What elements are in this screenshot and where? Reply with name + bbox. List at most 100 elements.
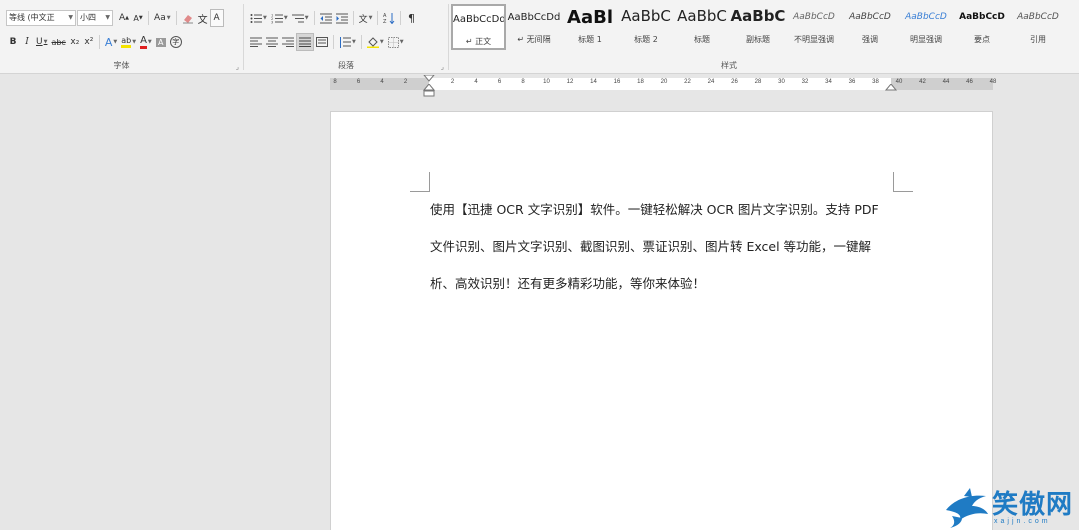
separator [175,11,177,25]
superscript-button[interactable]: x² [82,33,96,51]
paragraph-line[interactable]: 文件识别、图片文字识别、截图识别、票证识别、图片转 Excel 等功能，一键解 [430,236,900,273]
style-item[interactable]: AaBbCcDd ↵ 正文 [451,4,506,50]
sort-icon: AZ [383,13,395,24]
ruler-tick: 42 [919,79,926,85]
multilevel-list-button[interactable]: ▼ [290,9,311,27]
chinese-layout-icon: 文 [358,14,368,25]
char-border-button[interactable]: A [209,9,224,27]
font-color-button[interactable]: A ▼ [138,33,154,51]
justify-button[interactable] [296,33,314,51]
shrink-font-button[interactable]: A ▼ [131,9,145,27]
paragraph-line[interactable]: 使用【迅捷 OCR 文字识别】软件。一键轻松解决 OCR 图片文字识别。支持 P… [430,199,900,236]
crop-mark-top-right [893,172,913,192]
chevron-down-icon: ▼ [68,14,73,21]
style-item[interactable]: AaBl 标题 1 [562,4,618,50]
line-spacing-button[interactable]: ▼ [337,33,358,51]
distributed-icon [316,37,328,47]
style-name: ↵ 无间隔 [517,35,551,44]
shark-logo-icon [946,488,988,528]
chevron-down-icon: ▼ [399,39,404,45]
style-item[interactable]: AaBbCcD 引用 [1010,4,1066,50]
italic-button[interactable]: I [20,33,34,51]
style-name: 引用 [1030,35,1046,44]
styles-group-label: 样式 [721,61,737,70]
ruler-tick: 24 [707,79,715,85]
decrease-indent-icon [319,13,332,23]
style-item[interactable]: AaBbC 标题 [674,4,730,50]
font-name-combo[interactable]: 等线 (中文正 ▼ [6,10,76,26]
style-name: 标题 2 [634,35,658,44]
align-right-button[interactable] [280,33,296,51]
increase-indent-icon [335,13,348,23]
style-preview: AaBbCcD [959,12,1005,22]
style-preview: AaBbCcD [849,12,891,22]
enclose-char-button[interactable]: 字 [168,33,184,51]
chevron-down-icon: ▼ [263,15,267,21]
decrease-indent-button[interactable] [318,9,334,27]
ruler-tick: 32 [801,79,809,85]
bullets-button[interactable]: ▼ [248,9,269,27]
right-indent-marker[interactable] [885,84,897,92]
justify-icon [299,37,311,47]
ruler-tick: 6 [356,79,361,85]
style-name: 不明显强调 [794,35,834,44]
site-watermark: 笑傲网 xajjn.com [940,484,1079,530]
first-line-indent-marker[interactable] [423,75,435,82]
ruler-tick: 36 [848,79,856,85]
hanging-indent-marker[interactable] [423,84,435,98]
document-page[interactable]: 使用【迅捷 OCR 文字识别】软件。一键轻松解决 OCR 图片文字识别。支持 P… [330,111,993,530]
style-preview: AaBbCcD [1017,12,1059,22]
style-item[interactable]: AaBbCcD 强调 [842,4,898,50]
chevron-down-icon: ▼ [304,15,309,21]
dialog-launcher-icon[interactable]: ⌟ [236,63,239,71]
ruler-tick: 16 [613,79,621,85]
style-item[interactable]: AaBbCcD 不明显强调 [786,4,842,50]
ruler-tick: 18 [637,79,644,85]
chevron-down-icon: ▼ [368,15,373,21]
clear-format-button[interactable] [180,9,196,27]
bold-button[interactable]: B [6,33,20,51]
style-item[interactable]: AaBbC 副标题 [730,4,786,50]
watermark-text: 笑傲网 [992,490,1074,520]
paint-bucket-icon [366,37,379,48]
style-preview: AaBl [567,7,613,28]
font-size-combo[interactable]: 小四 ▼ [77,10,113,26]
document-body[interactable]: 使用【迅捷 OCR 文字识别】软件。一键轻松解决 OCR 图片文字识别。支持 P… [430,199,900,310]
underline-button[interactable]: U ▼ [34,33,49,51]
change-case-button[interactable]: Aa ▼ [152,9,173,27]
paragraph-group: ▼ 123 ▼ ▼ 文 ▼ AZ ¶ ▼ ▼ ▼ 段落 ⌟ [244,0,448,74]
align-right-icon [282,37,294,47]
increase-indent-button[interactable] [334,9,350,27]
text-effects-button[interactable]: A ▼ [103,33,119,51]
svg-text:Z: Z [383,19,387,24]
style-item[interactable]: AaBbC 标题 2 [618,4,674,50]
paragraph-line[interactable]: 析、高效识别！还有更多精彩功能，等你来体验！ [430,273,900,310]
chinese-layout-button[interactable]: 文 ▼ [357,9,375,27]
align-center-icon [266,37,278,47]
style-name: 强调 [862,35,878,44]
style-item[interactable]: AaBbCcDd ↵ 无间隔 [506,4,562,50]
align-left-button[interactable] [248,33,264,51]
highlight-button[interactable]: ab ▼ [119,33,138,51]
dialog-launcher-icon[interactable]: ⌟ [441,63,444,71]
style-item[interactable]: AaBbCcD 明显强调 [898,4,954,50]
sort-button[interactable]: AZ [381,9,397,27]
grow-font-button[interactable]: A ▲ [117,9,131,27]
style-item[interactable]: AaBbCcD 要点 [954,4,1010,50]
styles-gallery: AaBbCcDd ↵ 正文 AaBbCcDd ↵ 无间隔 AaBl 标题 1 AaBbC 标题… [451,4,1066,52]
show-marks-button[interactable]: ¶ [404,9,418,27]
shading-button[interactable]: ▼ [365,33,386,51]
distributed-button[interactable] [314,33,330,51]
subscript-button[interactable]: x₂ [68,33,82,51]
phonetic-guide-button[interactable]: 文 [196,9,210,27]
borders-button[interactable]: ▼ [386,33,406,51]
strikethrough-button[interactable]: abc [49,33,67,51]
horizontal-ruler[interactable]: 8 6 4 2 2 4 6 8 10 12 14 16 18 20 22 24 26 28 30 32 34 36 38 40… [330,75,996,97]
numbering-button[interactable]: 123 ▼ [269,9,290,27]
line-spacing-icon [340,36,351,48]
ruler-tick: 2 [450,79,455,85]
char-shading-button[interactable]: A [154,33,168,51]
multilevel-list-icon [291,14,304,22]
paragraph-group-label: 段落 [338,61,354,70]
align-center-button[interactable] [264,33,280,51]
